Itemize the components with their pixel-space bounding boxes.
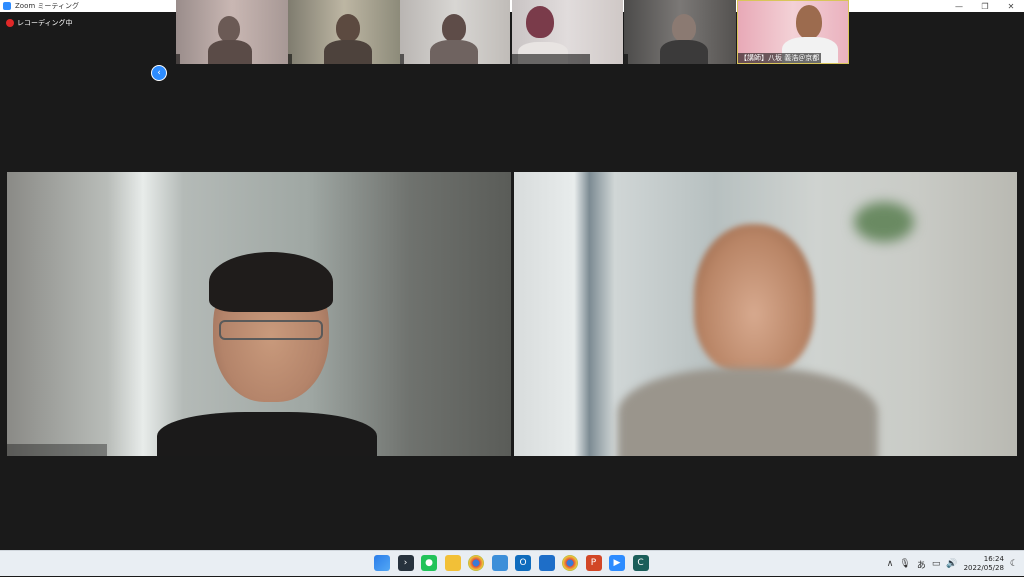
taskbar-clock[interactable]: 16:24 2022/05/28: [964, 555, 1004, 573]
zoom-icon[interactable]: ▶: [609, 555, 625, 571]
participant-video: [336, 14, 360, 42]
file-explorer-icon[interactable]: [444, 555, 461, 571]
minimize-button[interactable]: —: [946, 0, 972, 12]
volume-icon[interactable]: 🔊: [946, 559, 957, 569]
participant-name: [512, 54, 590, 64]
glasses-shape: [219, 320, 323, 340]
terminal-icon[interactable]: ›: [397, 555, 414, 571]
participant-video: [324, 40, 372, 64]
window-controls: — ❐ ✕: [946, 0, 1024, 12]
outlook-icon[interactable]: O: [515, 555, 531, 571]
participant-thumbnail[interactable]: [512, 0, 623, 64]
participant-name: [176, 54, 180, 64]
remote-desktop-icon[interactable]: [538, 555, 555, 571]
participant-video: [208, 40, 252, 64]
notification-icon[interactable]: ☾: [1010, 559, 1018, 569]
participant-video-tile[interactable]: [7, 172, 511, 456]
microphone-icon[interactable]: 🎙: [899, 559, 910, 569]
zoom-window: Zoom ミーティング — ❐ ✕ レコーディング中 ‹ 【講師】八坂 義浩＠京…: [0, 0, 1024, 550]
participant-thumbnail[interactable]: [288, 0, 400, 64]
network-icon[interactable]: ▭: [932, 559, 941, 569]
participant-name: [288, 54, 292, 64]
line-icon[interactable]: ●: [421, 555, 437, 571]
participant-video: [618, 368, 878, 456]
participant-video: [694, 224, 814, 374]
clock-time: 16:24: [983, 555, 1004, 563]
recording-label: レコーディング中: [17, 19, 73, 27]
window-title: Zoom ミーティング: [15, 2, 79, 10]
participant-thumbnail[interactable]: [176, 0, 288, 64]
participant-name: [624, 54, 628, 64]
participant-video: [430, 40, 478, 64]
restore-button[interactable]: ❐: [972, 0, 998, 12]
recording-indicator[interactable]: レコーディング中: [6, 18, 73, 28]
participant-thumbnail[interactable]: [400, 0, 510, 64]
participant-name-bar: [7, 444, 107, 456]
powerpoint-icon[interactable]: P: [585, 555, 602, 571]
notepad-icon[interactable]: [491, 555, 508, 571]
gallery-prev-button[interactable]: ‹: [151, 65, 167, 81]
participant-video: [526, 6, 554, 38]
participant-video: [442, 14, 466, 42]
chrome-icon[interactable]: [468, 555, 484, 571]
tray-chevron-icon[interactable]: ∧: [887, 559, 894, 569]
record-icon: [6, 19, 14, 27]
participant-video: [157, 412, 377, 456]
participant-video: [218, 16, 240, 42]
windows-start-icon[interactable]: [374, 555, 390, 571]
participant-video: [854, 202, 914, 242]
chrome-badge-icon[interactable]: [562, 555, 578, 571]
participant-name: 【講師】八坂 義浩＠京都: [738, 53, 822, 63]
system-tray: ∧ 🎙 あ ▭ 🔊 16:24 2022/05/28 ☾: [887, 551, 1024, 577]
participant-video: [660, 40, 708, 64]
close-button[interactable]: ✕: [998, 0, 1024, 12]
participant-video: [672, 14, 696, 42]
taskbar-apps: › ● O P ▶ C: [374, 555, 656, 571]
app-icon[interactable]: C: [632, 555, 649, 571]
participant-video: [209, 252, 333, 312]
participant-video-tile[interactable]: [514, 172, 1017, 456]
participant-name: [400, 54, 404, 64]
participant-video: [796, 5, 822, 39]
windows-taskbar: › ● O P ▶ C ∧ 🎙 あ ▭ 🔊 16:24 2022/05/28 ☾: [0, 550, 1024, 576]
zoom-app-icon: [3, 2, 11, 10]
participant-thumbnail-speaker[interactable]: 【講師】八坂 義浩＠京都: [737, 0, 849, 64]
ime-indicator[interactable]: あ: [917, 558, 926, 571]
clock-date: 2022/05/28: [963, 564, 1004, 572]
participant-thumbnail[interactable]: [624, 0, 736, 64]
